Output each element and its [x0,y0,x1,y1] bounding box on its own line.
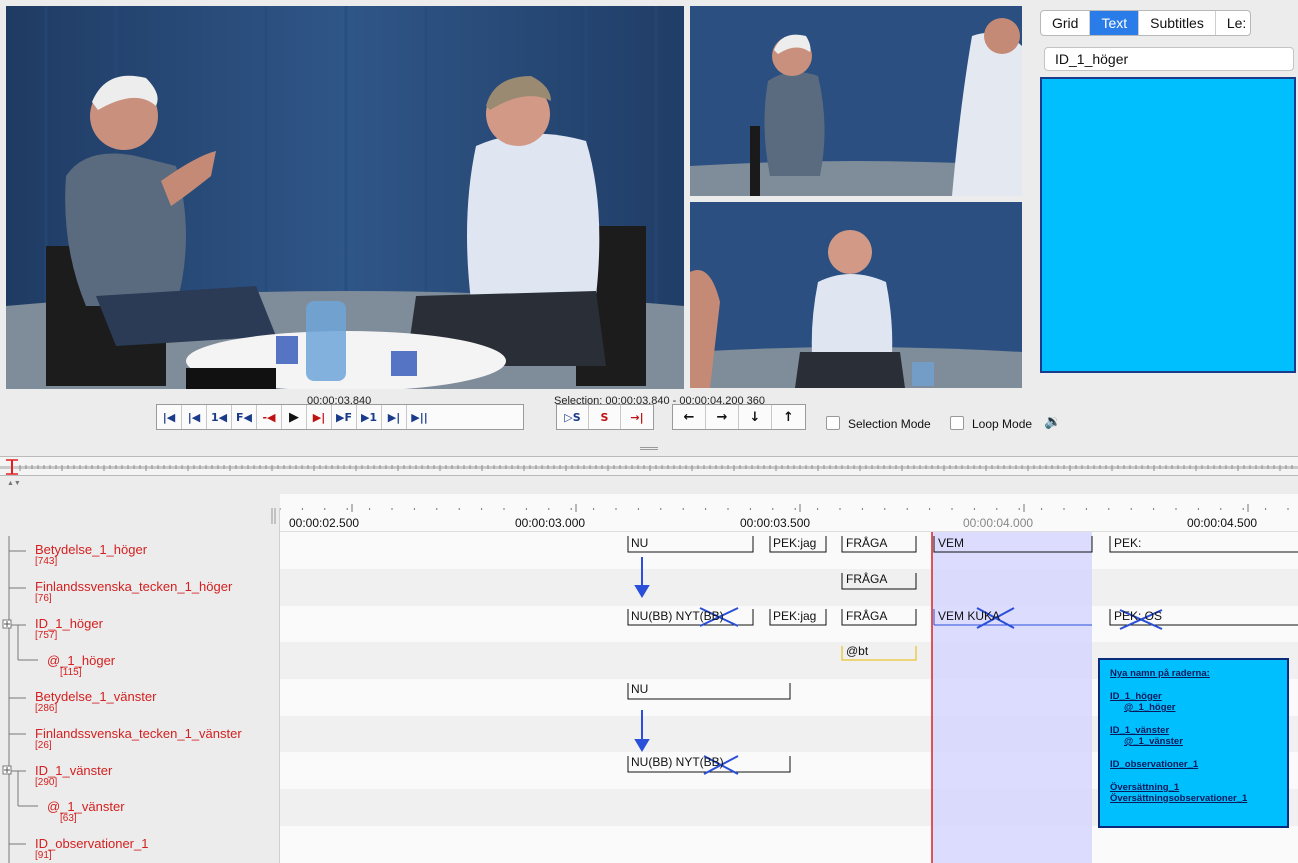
note-title: Nya namn på raderna: [1110,668,1210,679]
tab-lexicon[interactable]: Le: [1216,11,1250,35]
selection-mode-label: Selection Mode [848,417,931,431]
loop-mode-label: Loop Mode [972,417,1033,431]
tab-subtitles[interactable]: Subtitles [1139,11,1216,35]
arrow-up-button[interactable]: ↑ [772,405,805,429]
to-selection-begin-button[interactable]: -◀ [257,405,282,429]
selection-end-button[interactable]: →| [621,405,653,429]
note-line: Översättningsobservationer_1 [1110,793,1248,804]
tier-count-id-vanster: [290] [35,777,58,788]
ruler-label-3500: 00:00:03.500 [740,516,811,530]
tier-label-betydelse-vanster[interactable]: Betydelse_1_vänster [35,689,156,704]
tier-count-finland-hoger: [76] [35,593,52,604]
previous-f-button[interactable]: F◀ [232,405,257,429]
tier-count-finland-vanster: [26] [35,740,52,751]
annotation[interactable]: NU [631,682,648,696]
volume-icon[interactable]: 🔉 [1044,413,1061,430]
viewer-panel: Grid Text Subtitles Le: ID_1_höger [1030,0,1298,388]
tier-count-observationer: [91] [35,850,52,861]
annotation[interactable]: PEK:jag [773,536,816,550]
tier-count-betydelse-hoger: [743] [35,556,58,567]
go-to-begin-button[interactable]: |◀ [157,405,182,429]
tier-count-at-hoger: [115] [60,667,82,678]
previous-frame-button[interactable]: |◀ [182,405,207,429]
tier-count-betydelse-vanster: [286] [35,703,58,714]
tier-count-at-vanster: [63] [60,813,77,824]
tier-name-column: Betydelse_1_höger [743] Finlandssvenska_… [0,508,280,863]
note-line: @_1_vänster [1124,736,1183,747]
renaming-note: Nya namn på raderna: ID_1_höger @_1_höge… [1098,658,1289,828]
tier-label-id-vanster[interactable]: ID_1_vänster [35,763,112,778]
playback-controls: |◀ |◀ 1◀ F◀ -◀ ▶ ▶| ▶F ▶1 ▶| ▶|| [156,404,524,430]
annotation[interactable]: PEK:jag [773,609,816,623]
note-line: ID_observationer_1 [1110,759,1199,770]
navigation-controls: ← → ↓ ↑ [672,404,806,430]
arrow-left-button[interactable]: ← [673,405,706,429]
camera-view-top[interactable] [690,6,1022,196]
note-line: ID_1_höger [1110,691,1162,702]
overview-strip[interactable] [0,456,1298,476]
viewer-tabs: Grid Text Subtitles Le: [1040,10,1252,36]
arrow-right-button[interactable]: → [706,405,739,429]
loop-mode-checkbox[interactable] [950,416,964,430]
text-viewer-area[interactable] [1040,77,1296,373]
selection-mode-checkbox[interactable] [826,416,840,430]
annotation[interactable]: NU(BB) NYT(BB) [631,755,724,769]
next-frame-button[interactable]: ▶| [382,405,407,429]
tier-label-id-hoger[interactable]: ID_1_höger [35,616,103,631]
annotation[interactable]: @bt [846,644,868,658]
tier-label-finland-hoger[interactable]: Finlandssvenska_tecken_1_höger [35,579,232,594]
tier-label-observationer[interactable]: ID_observationer_1 [35,836,148,851]
note-line: Översättning_1 [1110,782,1180,793]
annotation[interactable]: FRÅGA [846,609,887,623]
annotation[interactable]: VEM KUKA [938,609,1000,623]
tier-dropdown[interactable]: ID_1_höger [1044,47,1294,71]
annotation[interactable]: NU(BB) NYT(BB) [631,609,724,623]
tab-grid[interactable]: Grid [1041,11,1091,35]
play-selection-button[interactable]: ▷S [557,405,589,429]
ruler-label-4500: 00:00:04.500 [1187,516,1258,530]
selection-controls: ▷S S →| [556,404,654,430]
arrow-down-button[interactable]: ↓ [739,405,772,429]
clear-selection-button[interactable]: S [589,405,621,429]
annotation[interactable]: FRÅGA [846,572,887,586]
ruler-label-4000: 00:00:04.000 [963,516,1034,530]
camera-view-bottom[interactable] [690,202,1022,388]
annotation[interactable]: PEK: OS [1114,609,1162,623]
tier-label-at-vanster[interactable]: @_1_vänster [47,799,125,814]
next-f-button[interactable]: ▶F [332,405,357,429]
annotation[interactable]: FRÅGA [846,536,887,550]
tier-label-finland-vanster[interactable]: Finlandssvenska_tecken_1_vänster [35,726,242,741]
note-line: @_1_höger [1124,702,1176,713]
zoom-arrows-icon[interactable]: ▲▼ [7,480,21,487]
ruler-label-3000: 00:00:03.000 [515,516,586,530]
tier-label-betydelse-hoger[interactable]: Betydelse_1_höger [35,542,147,557]
tier-count-id-hoger: [757] [35,630,58,641]
ruler-label-2500: 00:00:02.500 [289,516,360,530]
tier-label-at-hoger[interactable]: @_1_höger [47,653,115,668]
annotation[interactable]: VEM [938,536,964,550]
annotation[interactable]: PEK: [1114,536,1141,550]
tab-text[interactable]: Text [1090,11,1140,35]
go-to-end-button[interactable]: ▶|| [407,405,432,429]
back-one-second-button[interactable]: 1◀ [207,405,232,429]
annotation[interactable]: NU [631,536,648,550]
forward-one-second-button[interactable]: ▶1 [357,405,382,429]
note-line: ID_1_vänster [1110,725,1170,736]
play-button[interactable]: ▶ [282,405,307,429]
main-video[interactable] [6,6,684,389]
to-selection-end-button[interactable]: ▶| [307,405,332,429]
splitter-handle[interactable] [640,447,658,450]
